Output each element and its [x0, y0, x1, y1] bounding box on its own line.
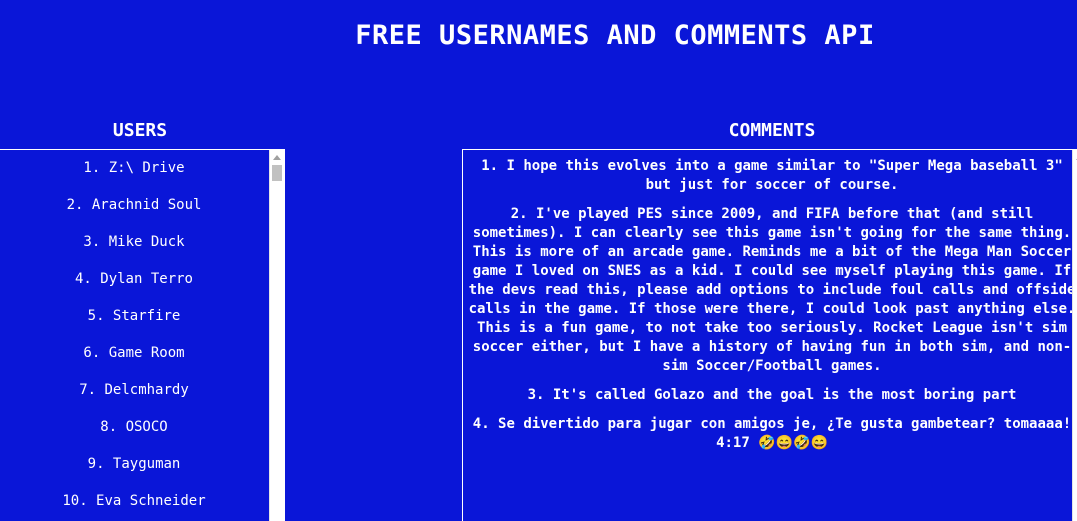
user-item[interactable]: 1. Z:\ Drive — [0, 150, 269, 187]
comments-heading: COMMENTS — [728, 120, 816, 141]
user-item[interactable]: 10. Eva Schneider — [0, 483, 269, 520]
users-heading: USERS — [112, 120, 168, 141]
users-scrollbar[interactable] — [269, 150, 284, 521]
comments-scrollbar[interactable] — [1072, 150, 1077, 521]
scroll-up-arrow-icon[interactable] — [1073, 150, 1077, 164]
comment-item: 1. I hope this evolves into a game simil… — [481, 158, 1063, 193]
user-item[interactable]: 3. Mike Duck — [0, 224, 269, 261]
user-item[interactable]: 9. Tayguman — [0, 446, 269, 483]
scroll-up-arrow-icon[interactable] — [270, 150, 284, 164]
comment-item: 2. I've played PES since 2009, and FIFA … — [468, 206, 1076, 374]
page-title: FREE USERNAMES AND COMMENTS API — [355, 20, 875, 51]
user-item[interactable]: 8. OSOCO — [0, 409, 269, 446]
user-item[interactable]: 6. Game Room — [0, 335, 269, 372]
comment-item: 3. It's called Golazo and the goal is th… — [527, 387, 1017, 403]
comment-item: 4. Se divertido para jugar con amigos je… — [472, 416, 1072, 451]
user-item[interactable]: 2. Arachnid Soul — [0, 187, 269, 224]
comments-panel[interactable]: 1. I hope this evolves into a game simil… — [462, 149, 1077, 521]
users-panel[interactable]: 1. Z:\ Drive 2. Arachnid Soul 3. Mike Du… — [0, 149, 285, 521]
user-item[interactable]: 7. Delcmhardy — [0, 372, 269, 409]
user-item[interactable]: 4. Dylan Terro — [0, 261, 269, 298]
comments-list: 1. I hope this evolves into a game simil… — [463, 157, 1077, 463]
users-scroll-thumb[interactable] — [272, 165, 282, 181]
users-list: 1. Z:\ Drive 2. Arachnid Soul 3. Mike Du… — [0, 150, 269, 520]
user-item[interactable]: 5. Starfire — [0, 298, 269, 335]
